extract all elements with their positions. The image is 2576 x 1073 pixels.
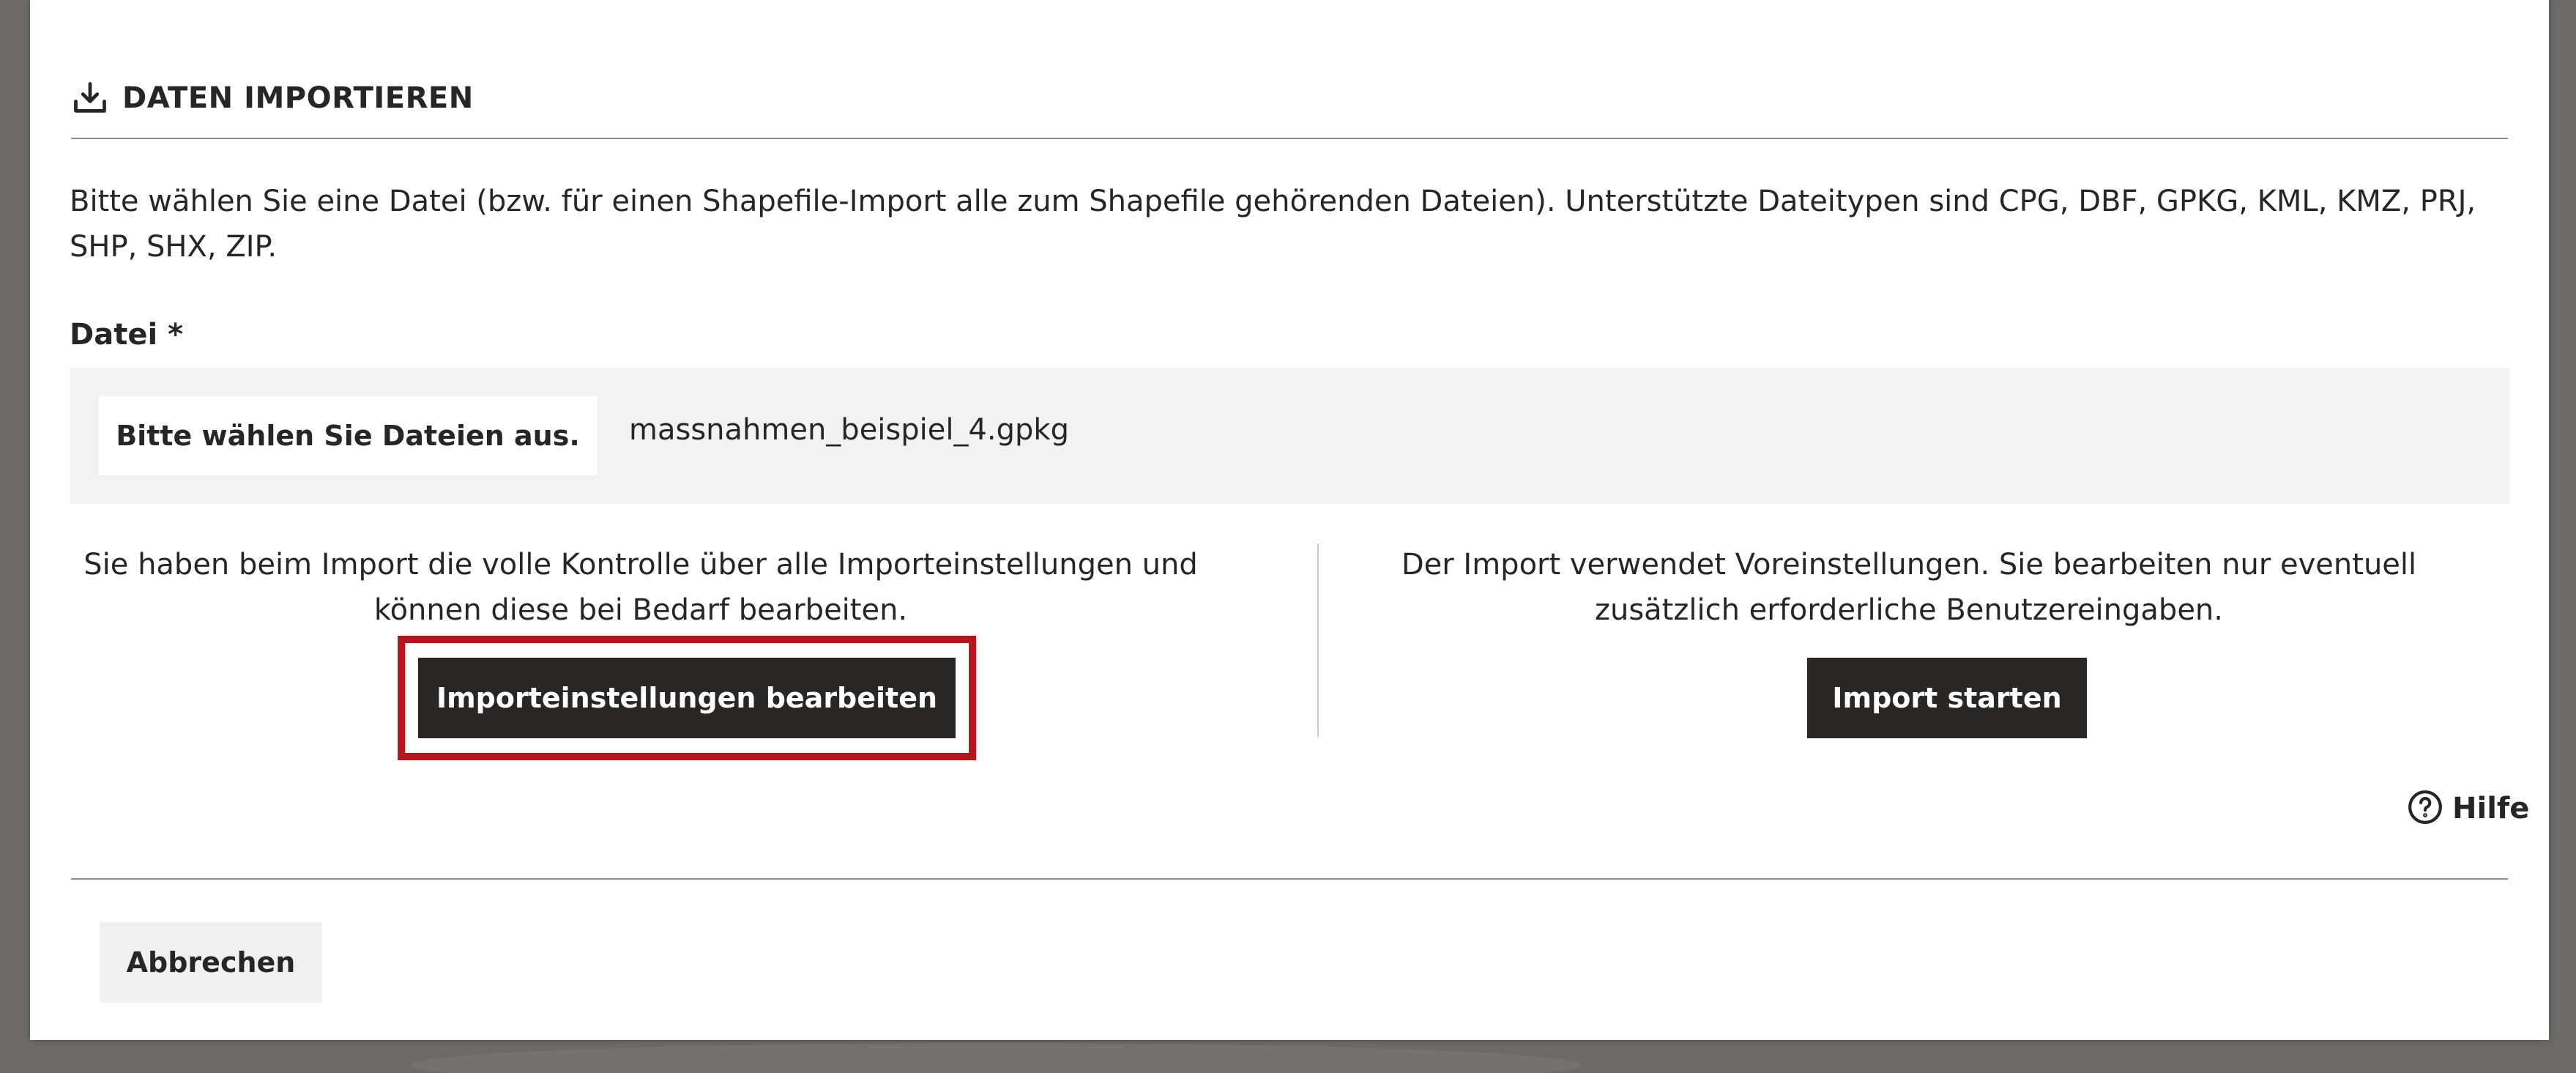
- cancel-button[interactable]: Abbrechen: [100, 922, 322, 1003]
- selected-file-name: massnahmen_beispiel_4.gpkg: [629, 413, 1069, 447]
- choose-files-button[interactable]: Bitte wählen Sie Dateien aus.: [99, 396, 597, 475]
- dialog-header: DATEN IMPORTIEREN: [71, 76, 474, 120]
- file-input-area: Bitte wählen Sie Dateien aus. massnahmen…: [70, 368, 2509, 504]
- start-import-button[interactable]: Import starten: [1807, 658, 2087, 738]
- edit-import-settings-button[interactable]: Importeinstellungen bearbeiten: [418, 658, 956, 738]
- defaults-description: Der Import verwendet Voreinstellungen. S…: [1401, 548, 2417, 627]
- options-divider: [1317, 543, 1319, 737]
- intro-text: Bitte wählen Sie eine Datei (bzw. für ei…: [70, 185, 2476, 264]
- help-label: Hilfe: [2452, 792, 2530, 825]
- help-link[interactable]: Hilfe: [2407, 787, 2529, 831]
- file-field-label: Datei *: [70, 318, 183, 352]
- question-circle-icon: [2407, 789, 2443, 828]
- dialog-title: DATEN IMPORTIEREN: [122, 81, 474, 115]
- header-divider: [71, 138, 2508, 139]
- footer-divider: [71, 878, 2508, 880]
- import-dialog: DATEN IMPORTIEREN Bitte wählen Sie eine …: [30, 0, 2549, 1040]
- import-download-icon: [71, 79, 109, 117]
- full-control-description: Sie haben beim Import die volle Kontroll…: [83, 548, 1198, 627]
- map-feature: [410, 1043, 1582, 1073]
